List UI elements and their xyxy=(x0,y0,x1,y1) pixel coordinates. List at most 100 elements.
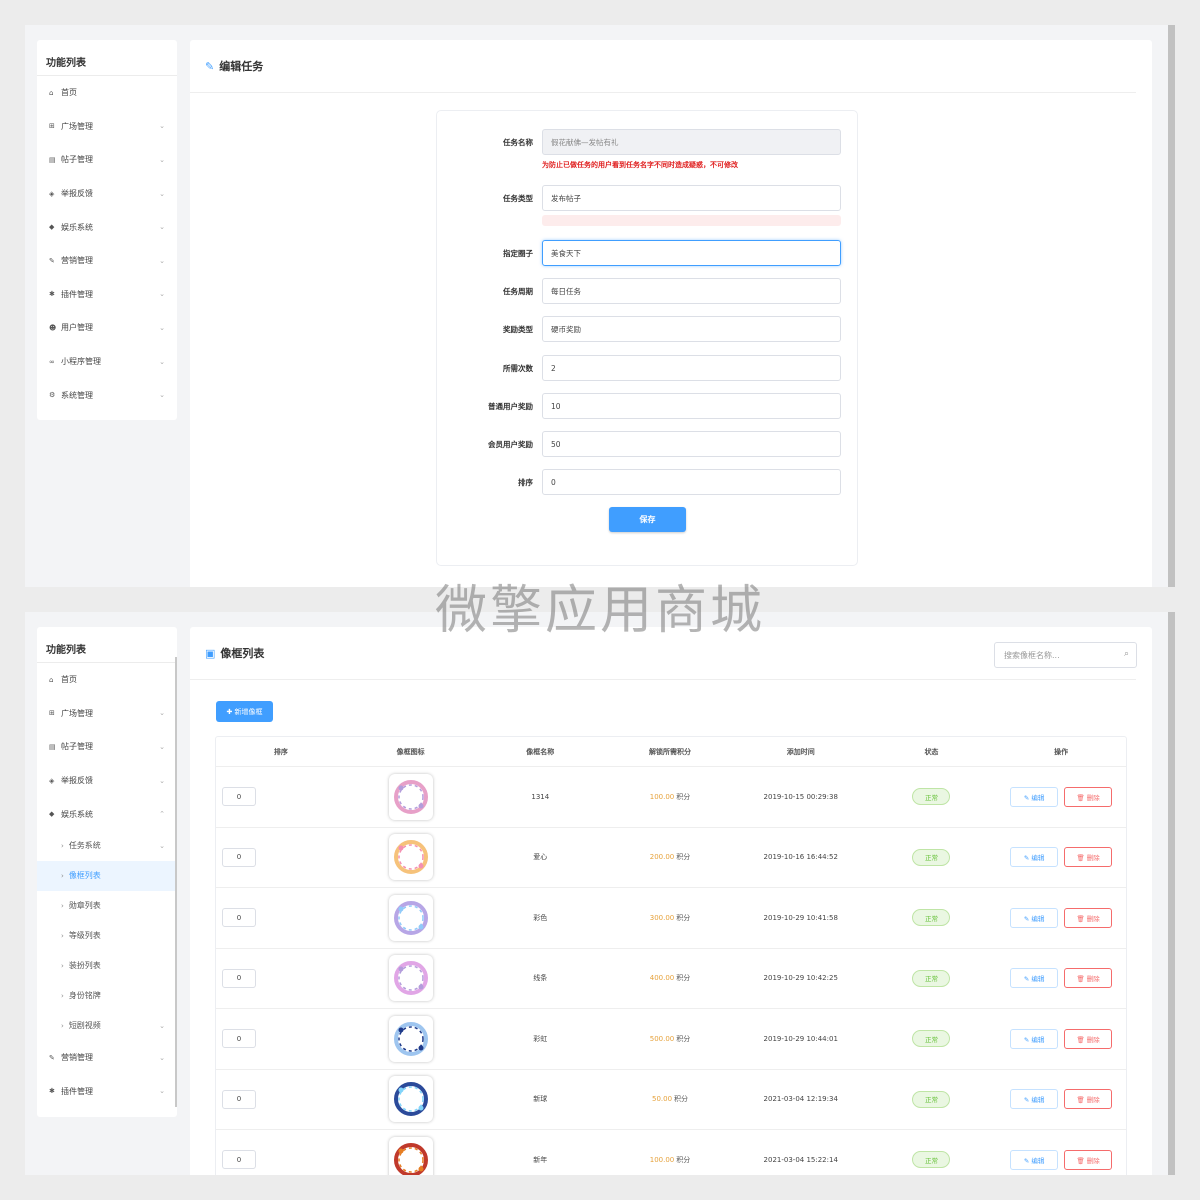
sidebar-item-label: 插件管理 xyxy=(61,289,93,299)
sidebar-subitem-2[interactable]: › 勋章列表 xyxy=(37,891,177,921)
sidebar-subitem-5[interactable]: › 身份铭牌 xyxy=(37,981,177,1011)
delete-button[interactable]: 🗑 删除 xyxy=(1064,907,1113,928)
sidebar-item-4[interactable]: ◆ 娱乐系统 ⌄ xyxy=(37,210,177,244)
chevron-right-icon: › xyxy=(61,841,64,850)
sidebar-item-6[interactable]: ✱ 插件管理 ⌄ xyxy=(37,1075,177,1109)
sort-input[interactable]: 0 xyxy=(542,469,841,495)
search-input[interactable]: 搜索像框名称... ⌕ xyxy=(994,642,1137,668)
sort-input[interactable]: 0 xyxy=(222,1029,256,1049)
sidebar-item-5[interactable]: ✎ 营销管理 ⌄ xyxy=(37,244,177,278)
task-type-select[interactable]: 发布帖子 xyxy=(542,185,841,211)
chevron-down-icon: ⌄ xyxy=(159,742,165,751)
added-time: 2019-10-29 10:41:58 xyxy=(763,913,838,922)
sidebar-item-0[interactable]: ⌂ 首页 xyxy=(37,76,177,110)
sidebar-subitem-6[interactable]: › 短剧视频 ⌄ xyxy=(37,1011,177,1041)
add-frame-button[interactable]: ✚ 新增像框 xyxy=(216,701,273,722)
delete-button[interactable]: 🗑 删除 xyxy=(1064,847,1113,868)
sidebar-item-1[interactable]: ⊞ 广场管理 ⌄ xyxy=(37,110,177,144)
sidebar-subitem-1[interactable]: › 像框列表 xyxy=(37,860,177,891)
page-scrollbar[interactable] xyxy=(1168,612,1175,1175)
delete-button[interactable]: 🗑 删除 xyxy=(1064,1028,1113,1049)
chevron-down-icon: ⌄ xyxy=(159,841,165,850)
sidebar-item-8[interactable]: ∞ 小程序管理 ⌄ xyxy=(37,345,177,379)
sort-cell: 0 xyxy=(216,1130,346,1175)
vip-reward-input[interactable]: 50 xyxy=(542,431,841,457)
reward-type-select[interactable]: 硬币奖励 xyxy=(542,316,841,342)
status-cell: 正常 xyxy=(867,828,997,888)
page-scrollbar[interactable] xyxy=(1168,25,1175,587)
task-name-label: 任务名称 xyxy=(503,138,533,147)
added-time: 2021-03-04 12:19:34 xyxy=(763,1095,838,1104)
status-badge: 正常 xyxy=(912,1151,951,1169)
edit-button[interactable]: ✎ 编辑 xyxy=(1010,1028,1059,1049)
sidebar-item-6[interactable]: ✱ 插件管理 ⌄ xyxy=(37,278,177,312)
times-input[interactable]: 2 xyxy=(542,355,841,381)
pen-icon: ✎ xyxy=(49,256,55,265)
added-time: 2019-10-29 10:44:01 xyxy=(763,1034,838,1043)
circle-input[interactable]: 美食天下 xyxy=(542,240,841,266)
sort-cell: 0 xyxy=(216,888,346,948)
delete-button[interactable]: 🗑 删除 xyxy=(1064,786,1113,807)
sidebar-item-5[interactable]: ✎ 营销管理 ⌄ xyxy=(37,1041,177,1075)
sidebar-item-3[interactable]: ◈ 举报反馈 ⌄ xyxy=(37,177,177,211)
delete-button[interactable]: 🗑 删除 xyxy=(1064,1149,1113,1170)
chevron-down-icon: ⌄ xyxy=(159,1087,165,1096)
sort-input[interactable]: 0 xyxy=(222,787,256,807)
edit-icon: ✎ xyxy=(205,59,215,73)
points-value: 200.00 xyxy=(649,853,675,862)
sidebar-item-4[interactable]: ◆ 娱乐系统 ⌃ xyxy=(37,797,177,831)
sidebar-item-1[interactable]: ⊞ 广场管理 ⌄ xyxy=(37,697,177,731)
frame-name: 1314 xyxy=(531,792,550,801)
sidebar-subitem-3[interactable]: › 等级列表 xyxy=(37,921,177,951)
sort-input[interactable]: 0 xyxy=(222,908,256,928)
edit-button[interactable]: ✎ 编辑 xyxy=(1010,1089,1059,1110)
document-icon: ▤ xyxy=(49,742,56,751)
sort-input[interactable]: 0 xyxy=(222,968,256,988)
status-cell: 正常 xyxy=(867,1070,997,1130)
edit-button[interactable]: ✎ 编辑 xyxy=(1010,1149,1059,1170)
save-button[interactable]: 保存 xyxy=(609,507,686,532)
chevron-down-icon: ⌄ xyxy=(159,1021,165,1030)
status-badge: 正常 xyxy=(912,909,951,927)
points-value: 500.00 xyxy=(649,1034,675,1043)
sidebar-item-7[interactable]: ☻ 用户管理 ⌄ xyxy=(37,311,177,345)
chevron-right-icon: › xyxy=(61,991,64,1000)
edit-button[interactable]: ✎ 编辑 xyxy=(1010,907,1059,928)
actions-cell: ✎ 编辑 🗑 删除 xyxy=(996,1070,1126,1130)
frame-thumbnail xyxy=(388,1076,433,1123)
form-row-vip-reward: 会员用户奖励 50 xyxy=(437,431,859,457)
sort-input[interactable]: 0 xyxy=(222,1089,256,1109)
sidebar-item-2[interactable]: ▤ 帖子管理 ⌄ xyxy=(37,143,177,177)
sidebar-subitem-label: 勋章列表 xyxy=(68,901,101,911)
normal-reward-input[interactable]: 10 xyxy=(542,393,841,419)
sidebar-scrollbar[interactable] xyxy=(175,657,177,1107)
points-unit: 积分 xyxy=(676,1034,691,1043)
form-row-cycle: 任务周期 每日任务 xyxy=(437,278,859,304)
points-unit: 积分 xyxy=(676,913,691,922)
cycle-select[interactable]: 每日任务 xyxy=(542,278,841,304)
normal-reward-label: 普通用户奖励 xyxy=(488,402,533,411)
sidebar-item-2[interactable]: ▤ 帖子管理 ⌄ xyxy=(37,730,177,764)
edit-task-screen: 功能列表 ⌂ 首页 ⊞ 广场管理 ⌄ ▤ 帖子管理 ⌄ ◈ 举报反馈 ⌄ ◆ 娱乐系统 ⌄ ✎ 营销管理 ⌄ ✱ 插… xyxy=(25,25,1175,587)
edit-button[interactable]: ✎ 编辑 xyxy=(1010,786,1059,807)
points-cell: 100.00 积分 xyxy=(605,767,735,827)
delete-button[interactable]: 🗑 删除 xyxy=(1064,1089,1113,1110)
tag-icon: ◆ xyxy=(49,223,55,232)
sidebar-subitem-0[interactable]: › 任务系统 ⌄ xyxy=(37,831,177,861)
status-badge: 正常 xyxy=(912,848,951,866)
search-icon[interactable]: ⌕ xyxy=(1124,649,1129,659)
sort-input[interactable]: 0 xyxy=(222,847,256,867)
task-name-input[interactable]: 假花献佛—发帖有礼 xyxy=(542,129,841,155)
delete-button[interactable]: 🗑 删除 xyxy=(1064,968,1113,989)
edit-button[interactable]: ✎ 编辑 xyxy=(1010,847,1059,868)
sidebar-item-9[interactable]: ⚙ 系统管理 ⌄ xyxy=(37,378,177,412)
edit-button[interactable]: ✎ 编辑 xyxy=(1010,968,1059,989)
sidebar-subitem-4[interactable]: › 装扮列表 xyxy=(37,951,177,981)
sort-input[interactable]: 0 xyxy=(222,1150,256,1170)
sidebar-item-label: 娱乐系统 xyxy=(61,809,93,819)
chevron-down-icon: ⌄ xyxy=(159,290,165,299)
circle-label: 指定圈子 xyxy=(503,249,533,258)
sidebar-item-label: 广场管理 xyxy=(61,708,93,718)
sidebar-item-0[interactable]: ⌂ 首页 xyxy=(37,663,177,697)
sidebar-item-3[interactable]: ◈ 举报反馈 ⌄ xyxy=(37,764,177,798)
